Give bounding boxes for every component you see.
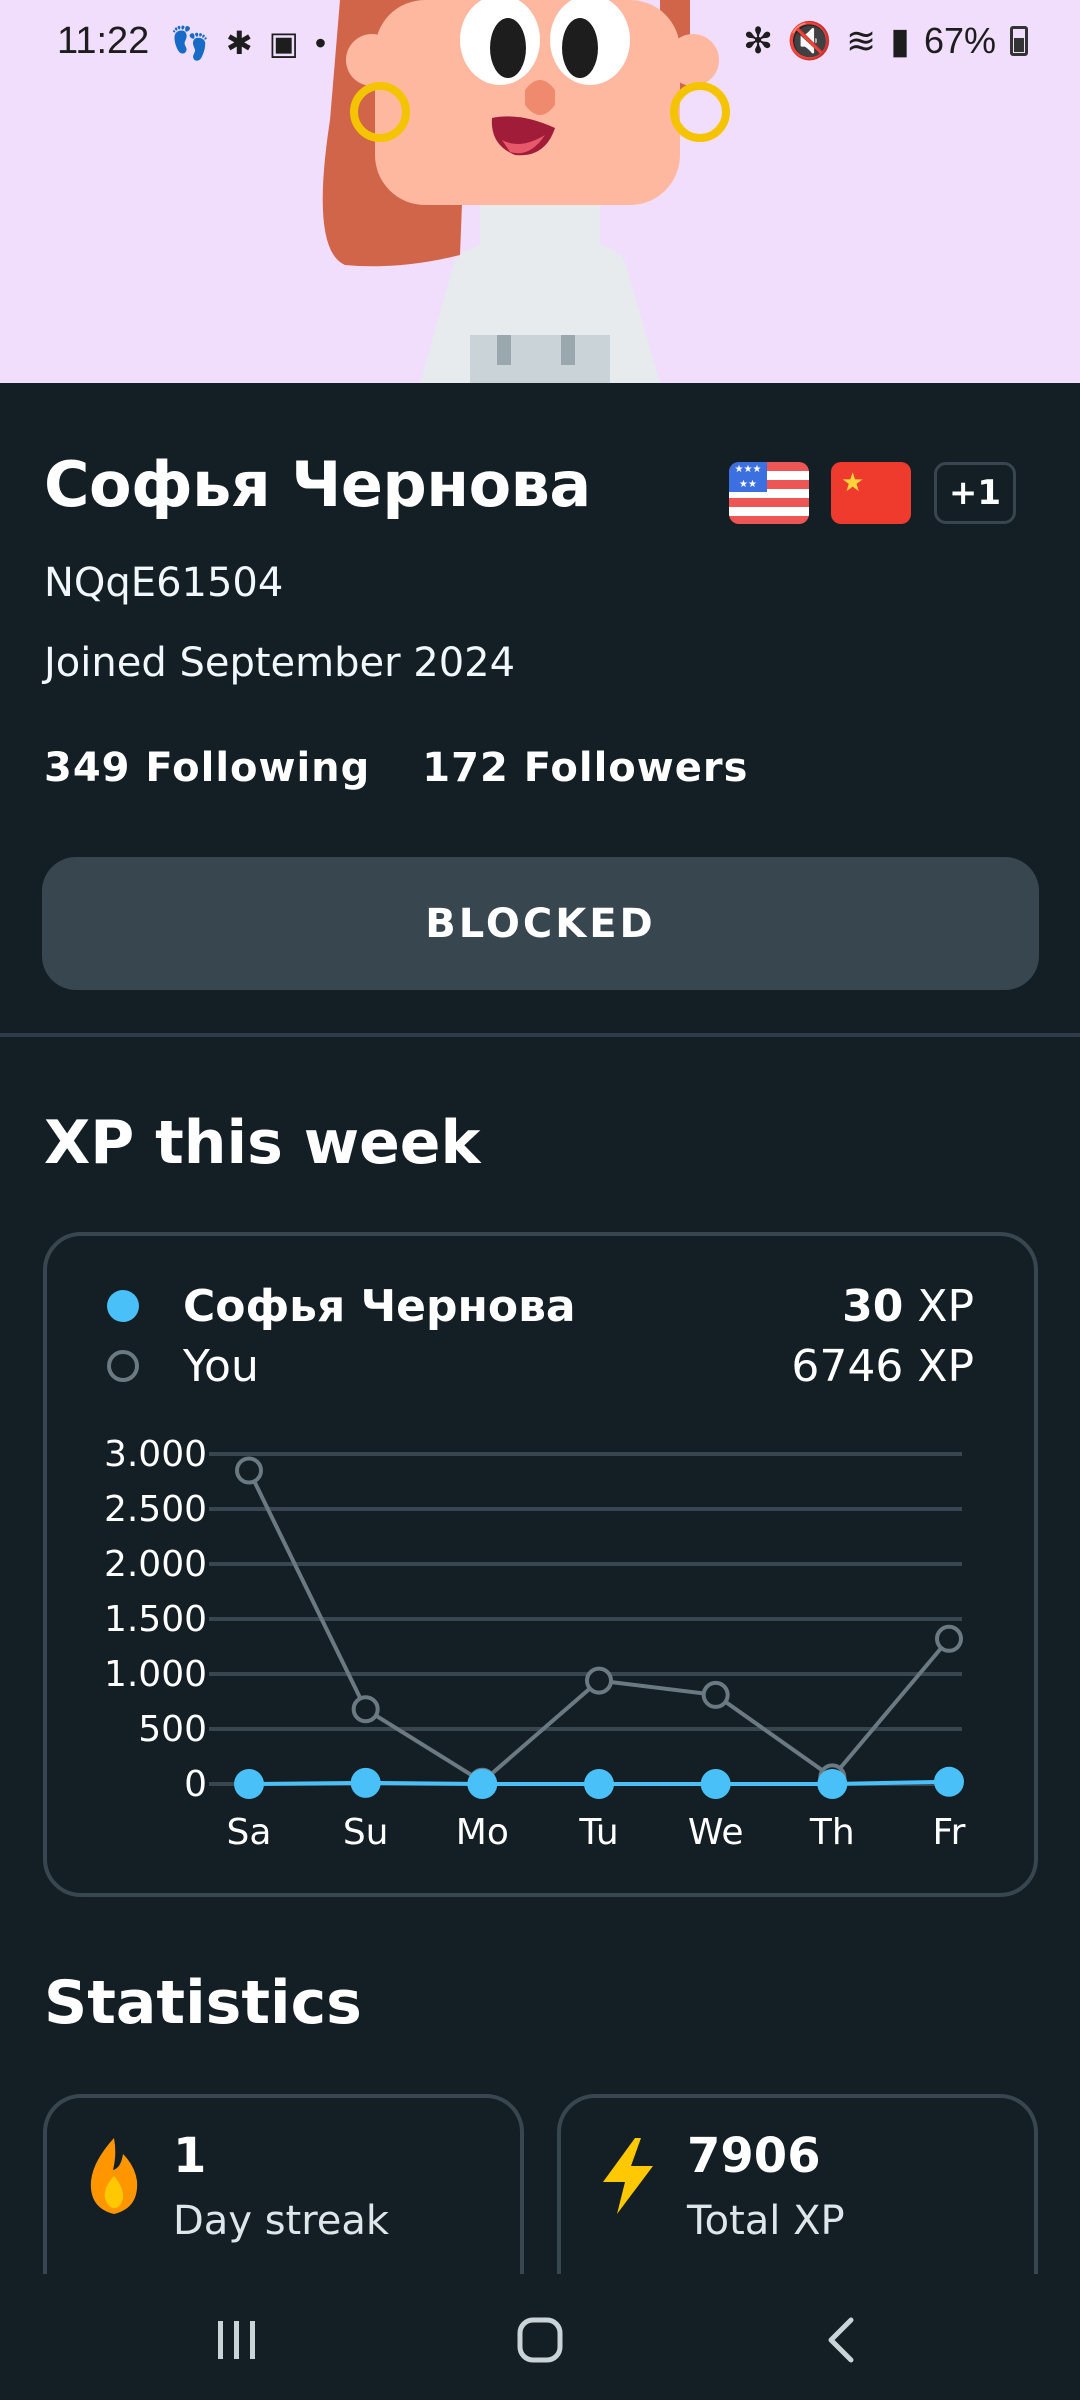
status-time: 11:22: [57, 20, 150, 62]
more-languages-button[interactable]: +1: [934, 462, 1016, 524]
home-button[interactable]: [495, 2310, 585, 2370]
octopus-icon: ✱: [225, 25, 253, 61]
follow-stats: 349 Following 172 Followers: [44, 745, 748, 791]
x-tick-label: We: [688, 1812, 744, 1853]
total-xp-card: 7906 Total XP: [557, 2094, 1038, 2294]
data-point: [235, 1456, 263, 1485]
data-point: [234, 1769, 264, 1799]
dot-icon: •: [314, 24, 327, 61]
statistics-section-title: Statistics: [44, 1968, 362, 2038]
data-point: [701, 1680, 730, 1709]
recent-apps-icon: [218, 2321, 255, 2359]
device-icon: ▣: [268, 25, 299, 61]
xp-section-title: XP this week: [44, 1108, 481, 1178]
y-tick-label: 1.500: [104, 1599, 207, 1640]
followers-link[interactable]: 172 Followers: [422, 745, 748, 791]
streak-label: Day streak: [173, 2198, 390, 2244]
username: NQqE61504: [44, 560, 284, 606]
cn-flag-icon[interactable]: ★: [831, 462, 911, 524]
status-bar: 11:22 👣 ✱ ▣ • ✻ 🔇 ≋ ▮ 67%: [0, 0, 1080, 88]
x-tick-label: Fr: [933, 1812, 966, 1853]
data-point: [817, 1769, 848, 1799]
x-tick-label: Sa: [227, 1812, 272, 1853]
xp-chart-card: Софья Чернова 30 XP You 6746 XP 3.000 2.5…: [43, 1232, 1038, 1897]
wifi-icon: ≋: [845, 20, 877, 61]
x-tick-label: Th: [809, 1812, 855, 1853]
status-notification-icons: 👣 ✱ ▣ •: [170, 24, 326, 62]
footsteps-icon: 👣: [170, 25, 210, 61]
section-divider: [0, 1033, 1080, 1037]
y-tick-label: 500: [138, 1709, 207, 1750]
recent-apps-button[interactable]: [192, 2310, 282, 2370]
profile-name: Софья Чернова: [44, 448, 591, 521]
status-system-icons: ✻ 🔇 ≋ ▮ 67%: [743, 20, 1028, 62]
y-tick-label: 2.000: [104, 1544, 207, 1585]
mute-icon: 🔇: [787, 20, 832, 61]
streak-card: 1 Day streak: [43, 2094, 524, 2294]
data-point: [467, 1769, 498, 1799]
battery-percent: 67%: [923, 20, 996, 61]
signal-icon: ▮: [890, 20, 910, 61]
data-point: [700, 1769, 731, 1799]
back-icon: [828, 2317, 854, 2363]
x-tick-label: Mo: [456, 1812, 509, 1853]
us-flag-icon[interactable]: ★★★ ★★: [729, 462, 809, 524]
data-point: [934, 1766, 964, 1797]
flame-icon: [90, 2138, 138, 2214]
data-point: [584, 1769, 614, 1799]
data-point: [935, 1624, 963, 1653]
total-xp-value: 7906: [687, 2128, 821, 2184]
total-xp-label: Total XP: [687, 2198, 845, 2244]
y-tick-label: 0: [184, 1764, 207, 1805]
battery-icon: [1010, 26, 1028, 56]
blocked-button[interactable]: BLOCKED: [42, 857, 1039, 990]
y-tick-label: 1.000: [104, 1654, 207, 1695]
back-button[interactable]: [796, 2310, 886, 2370]
data-point: [350, 1767, 381, 1798]
data-point: [585, 1666, 613, 1695]
y-tick-label: 3.000: [104, 1434, 207, 1475]
system-nav-bar: [0, 2274, 1080, 2400]
joined-date: Joined September 2024: [44, 640, 516, 686]
xp-line-chart: 3.000 2.500 2.000 1.500 1.000 500 0 Sa Su Mo Tu We T…: [104, 1434, 966, 1853]
home-icon: [517, 2317, 563, 2363]
lightning-icon: [603, 2138, 653, 2214]
x-tick-label: Su: [343, 1812, 389, 1853]
y-tick-label: 2.500: [104, 1489, 207, 1530]
streak-value: 1: [173, 2128, 207, 2184]
following-link[interactable]: 349 Following: [44, 745, 370, 791]
x-tick-label: Tu: [578, 1812, 618, 1853]
series-line: [247, 1469, 951, 1785]
data-point: [351, 1695, 380, 1724]
bluetooth-icon: ✻: [742, 20, 774, 61]
